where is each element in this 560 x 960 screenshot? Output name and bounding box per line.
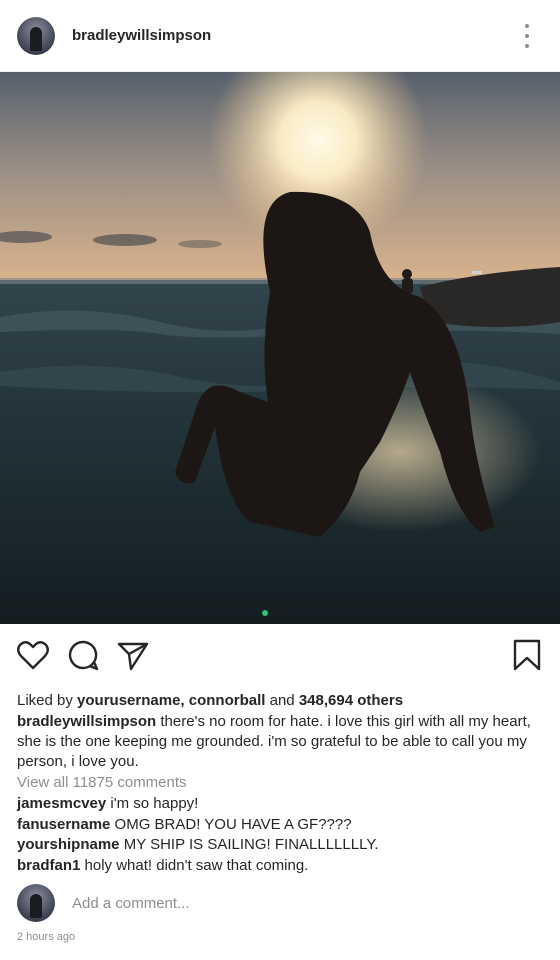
- comment: jamesmcvey i'm so happy!: [17, 795, 199, 812]
- author-username[interactable]: bradleywillsimpson: [72, 27, 211, 44]
- comments-list: jamesmcvey i'm so happy! fanusername OMG…: [17, 794, 547, 876]
- comment-user[interactable]: jamesmcvey: [17, 795, 106, 812]
- comment: bradfan1 holy what! didn't saw that comi…: [17, 856, 309, 874]
- heart-icon[interactable]: [16, 638, 50, 677]
- post-photo[interactable]: [0, 72, 560, 624]
- comment: fanusername OMG BRAD! YOU HAVE A GF????: [17, 815, 352, 833]
- comment: yourshipname MY SHIP IS SAILING! FINALLL…: [17, 836, 379, 853]
- comment-icon[interactable]: [66, 638, 100, 677]
- comment-user[interactable]: fanusername: [17, 816, 110, 833]
- current-user-avatar: [17, 884, 55, 922]
- add-comment-row: [0, 883, 560, 923]
- likes-count[interactable]: 348,694 others: [299, 692, 403, 709]
- caption-author[interactable]: bradleywillsimpson: [17, 713, 156, 730]
- post-caption: bradleywillsimpson there's no room for h…: [17, 712, 547, 772]
- view-all-comments-link[interactable]: View all 11875 comments: [17, 774, 187, 791]
- post-timestamp: 2 hours ago: [17, 931, 76, 943]
- comment-user[interactable]: bradfan1: [17, 857, 80, 874]
- comment-user[interactable]: yourshipname: [17, 836, 120, 853]
- send-icon[interactable]: [116, 638, 150, 677]
- add-comment-input[interactable]: [72, 894, 492, 912]
- action-bar: [0, 624, 560, 688]
- author-avatar[interactable]: [17, 16, 55, 55]
- more-vertical-icon[interactable]: [518, 24, 536, 48]
- bookmark-icon[interactable]: [511, 638, 543, 677]
- post-header: bradleywillsimpson: [0, 0, 560, 72]
- carousel-dot: [262, 610, 268, 616]
- likes-summary[interactable]: Liked by yourusername, connorball and 34…: [17, 692, 403, 709]
- liked-by-names[interactable]: yourusername, connorball: [77, 692, 265, 709]
